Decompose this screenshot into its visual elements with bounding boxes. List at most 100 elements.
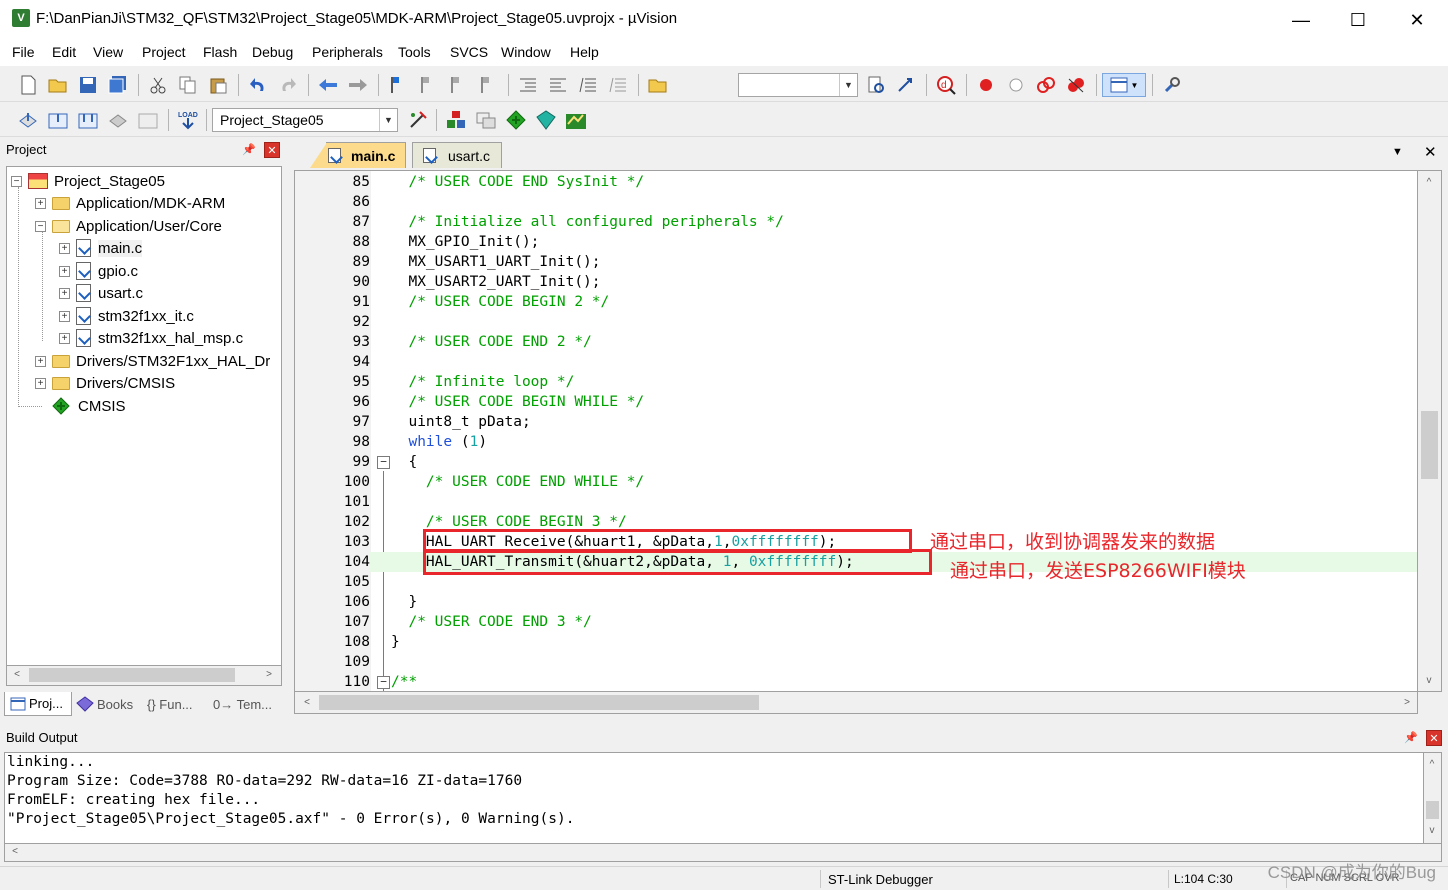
build-output-pane[interactable]: linking... Program Size: Code=3788 RO-da… [4, 752, 1424, 844]
paste-icon[interactable] [206, 73, 230, 97]
save-icon[interactable] [76, 73, 100, 97]
rebuild-icon[interactable] [76, 108, 100, 132]
expand-icon[interactable]: + [59, 332, 70, 344]
scroll-up-icon[interactable]: ^ [1421, 175, 1437, 191]
scroll-left-icon[interactable]: < [7, 844, 23, 860]
bookmark-icon[interactable] [386, 73, 410, 97]
menu-peripherals[interactable]: Peripherals [312, 44, 383, 60]
configure-wrench-icon[interactable] [1160, 73, 1184, 97]
unindent-icon[interactable] [546, 73, 570, 97]
tab-project[interactable]: Proj... [4, 692, 72, 716]
expand-icon[interactable]: + [59, 310, 70, 322]
save-all-icon[interactable] [106, 73, 130, 97]
next-bookmark-icon[interactable] [446, 73, 470, 97]
scroll-right-icon[interactable]: > [261, 667, 277, 683]
undo-icon[interactable] [246, 73, 270, 97]
code-editor[interactable]: 85 /* USER CODE END SysInit */ 86 87 /* … [294, 170, 1418, 692]
navigate-forward-icon[interactable] [346, 73, 370, 97]
tab-usart-c[interactable]: usart.c [412, 142, 502, 168]
build-output-vscrollbar[interactable]: ^ v [1424, 752, 1442, 844]
build-output-hscrollbar[interactable]: < [4, 844, 1442, 862]
comment-icon[interactable] [576, 73, 600, 97]
scroll-left-icon[interactable]: < [9, 667, 25, 683]
redo-icon[interactable] [276, 73, 300, 97]
pin-icon[interactable]: 📌 [242, 143, 256, 157]
manage-run-time-icon[interactable] [564, 108, 588, 132]
select-software-packs-icon[interactable] [534, 108, 558, 132]
batch-build-icon[interactable] [106, 108, 130, 132]
disable-breakpoints-icon[interactable] [1034, 73, 1058, 97]
fold-collapse-icon[interactable]: − [377, 456, 390, 469]
menu-edit[interactable]: Edit [52, 44, 76, 60]
start-debug-icon[interactable]: d [934, 73, 958, 97]
tab-books[interactable]: Books [74, 692, 140, 716]
tree-node-cmsis-component[interactable]: CMSIS [52, 395, 126, 417]
tree-node-file-usart-c[interactable]: + usart.c [59, 282, 143, 304]
uncomment-icon[interactable] [606, 73, 630, 97]
open-file-icon[interactable] [46, 73, 70, 97]
find-in-files-icon[interactable] [646, 73, 670, 97]
menu-debug[interactable]: Debug [252, 44, 293, 60]
pin-icon[interactable]: 📌 [1404, 731, 1418, 745]
window-layout-button[interactable]: ▼ [1102, 73, 1146, 97]
scroll-left-icon[interactable]: < [299, 695, 315, 711]
tree-node-group-hal[interactable]: + Drivers/STM32F1xx_HAL_Dr [35, 350, 270, 372]
scroll-right-icon[interactable]: > [1399, 695, 1415, 711]
build-icon[interactable] [46, 108, 70, 132]
chevron-down-icon[interactable]: ▼ [379, 109, 397, 131]
editor-hscrollbar[interactable]: < > [294, 692, 1418, 714]
collapse-icon[interactable]: − [35, 220, 46, 232]
collapse-icon[interactable]: − [11, 175, 22, 187]
tree-node-project[interactable]: − Project_Stage05 [11, 170, 165, 192]
menu-file[interactable]: File [12, 44, 35, 60]
prev-bookmark-icon[interactable] [416, 73, 440, 97]
scroll-down-icon[interactable]: v [1424, 823, 1440, 839]
expand-icon[interactable]: + [35, 197, 46, 209]
tab-functions[interactable]: {} Fun... [144, 692, 208, 716]
copy-icon[interactable] [176, 73, 200, 97]
maximize-button[interactable]: ☐ [1335, 6, 1381, 34]
scroll-up-icon[interactable]: ^ [1424, 757, 1440, 773]
tree-node-file-gpio-c[interactable]: + gpio.c [59, 260, 138, 282]
pack-installer-icon[interactable] [504, 108, 528, 132]
chevron-down-icon[interactable]: ▼ [839, 74, 857, 96]
manage-components-icon[interactable] [444, 108, 468, 132]
scroll-thumb[interactable] [1421, 411, 1438, 479]
close-panel-icon[interactable]: ✕ [264, 142, 280, 158]
translate-icon[interactable] [16, 108, 40, 132]
menu-project[interactable]: Project [142, 44, 186, 60]
close-button[interactable]: ✕ [1394, 6, 1440, 34]
scroll-thumb[interactable] [319, 695, 759, 710]
target-options-icon[interactable] [406, 108, 430, 132]
menu-svcs[interactable]: SVCS [450, 44, 488, 60]
tree-node-file-msp-c[interactable]: + stm32f1xx_hal_msp.c [59, 327, 243, 349]
new-file-icon[interactable] [16, 73, 40, 97]
download-load-icon[interactable]: LOAD [176, 108, 200, 132]
find-combo[interactable]: ▼ [738, 73, 858, 97]
target-select[interactable]: Project_Stage05 ▼ [212, 108, 398, 132]
clear-bookmarks-icon[interactable] [476, 73, 500, 97]
expand-icon[interactable]: + [59, 287, 70, 299]
expand-icon[interactable]: + [59, 242, 70, 254]
tree-node-file-main-c[interactable]: + main.c [59, 237, 143, 259]
incremental-find-icon[interactable] [864, 73, 888, 97]
project-tree-hscrollbar[interactable]: < > [6, 666, 282, 686]
minimize-button[interactable]: — [1278, 6, 1324, 34]
insert-breakpoint-icon[interactable] [974, 73, 998, 97]
tree-node-group-cmsis[interactable]: + Drivers/CMSIS [35, 372, 175, 394]
editor-vscrollbar[interactable]: ^ v [1418, 170, 1442, 692]
expand-icon[interactable]: + [35, 377, 46, 389]
indent-icon[interactable] [516, 73, 540, 97]
tree-node-group-mdk-arm[interactable]: + Application/MDK-ARM [35, 192, 225, 214]
expand-icon[interactable]: + [59, 265, 70, 277]
menu-help[interactable]: Help [570, 44, 599, 60]
close-panel-icon[interactable]: ✕ [1426, 730, 1442, 746]
tree-node-group-core[interactable]: − Application/User/Core [35, 215, 222, 237]
tab-main-c[interactable]: main.c [326, 142, 406, 168]
tab-templates[interactable]: 0→ Tem... [210, 692, 280, 716]
enable-breakpoint-icon[interactable] [1004, 73, 1028, 97]
tree-node-file-it-c[interactable]: + stm32f1xx_it.c [59, 305, 194, 327]
menu-flash[interactable]: Flash [203, 44, 237, 60]
expand-icon[interactable]: + [35, 355, 46, 367]
tab-list-dropdown-icon[interactable]: ▼ [1392, 146, 1403, 158]
